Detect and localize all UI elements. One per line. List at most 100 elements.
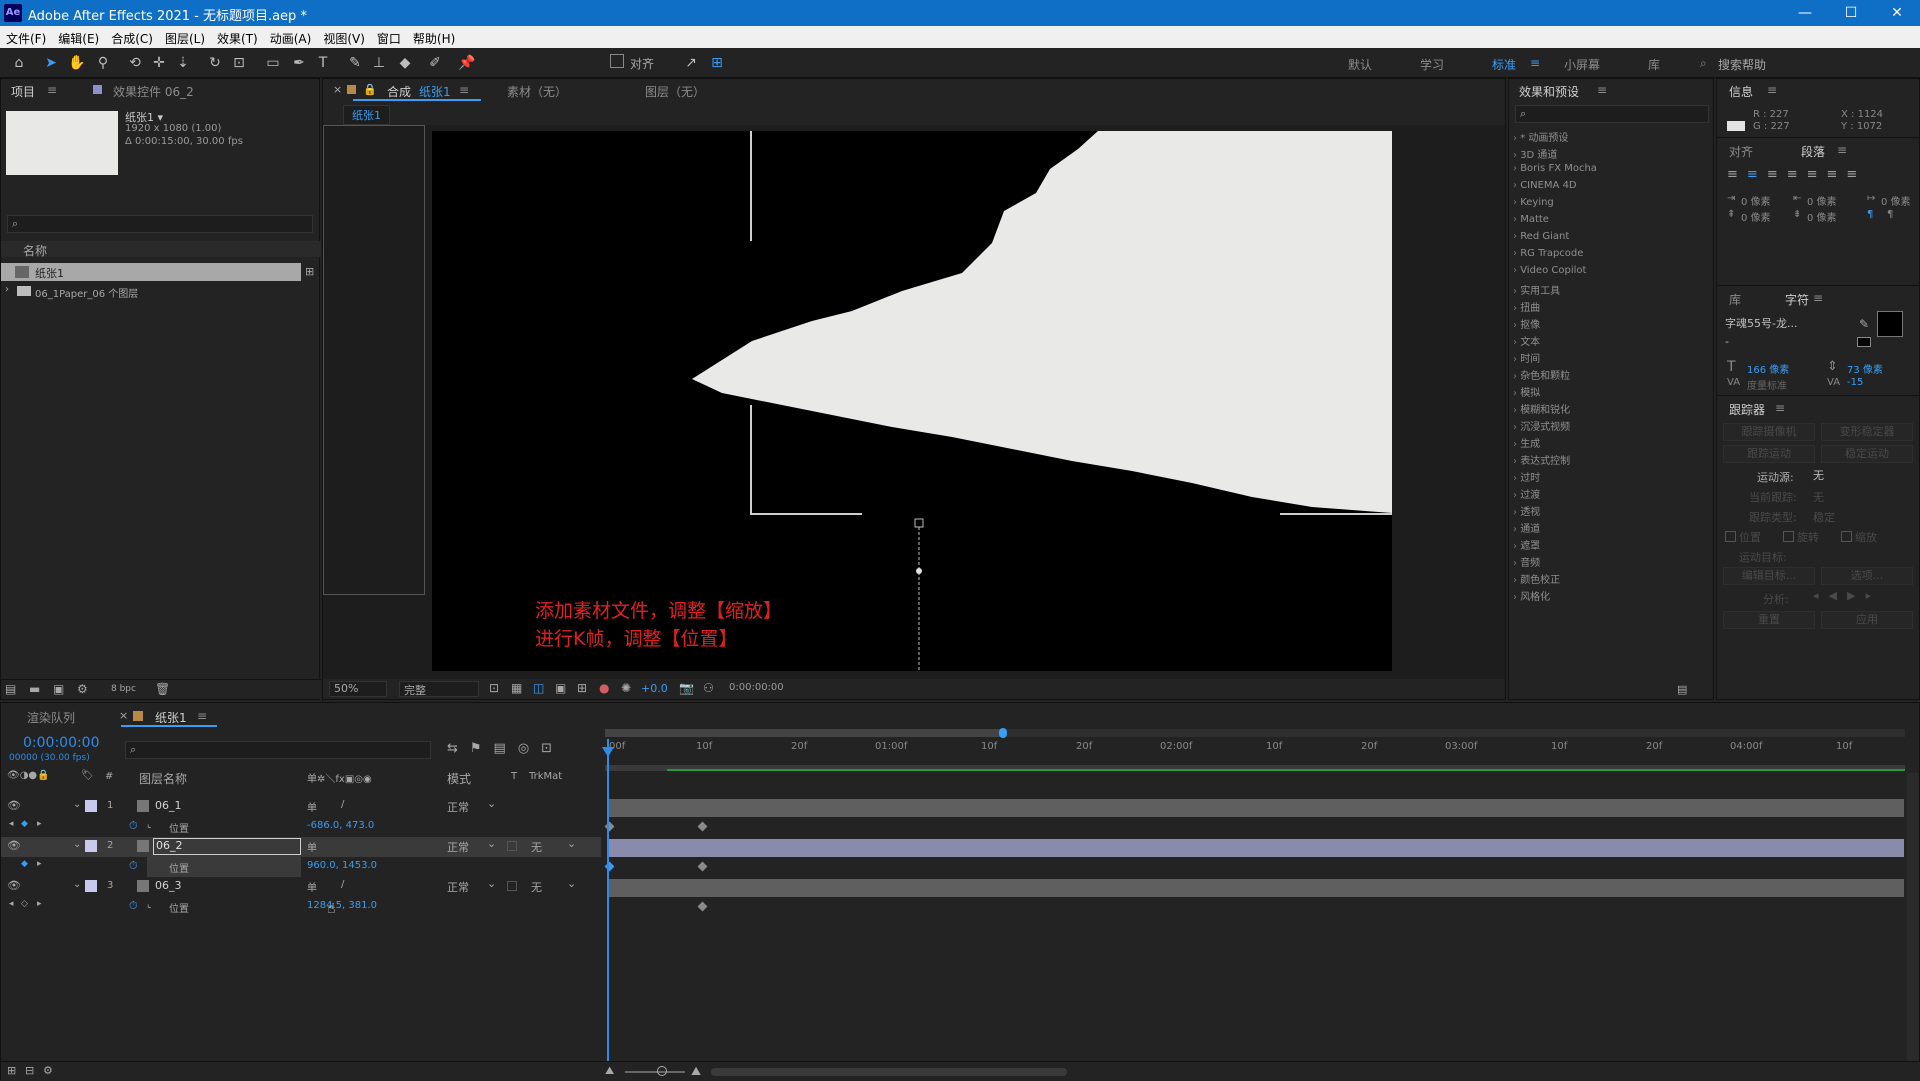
- chevron-down-icon[interactable]: ⌄: [487, 877, 496, 890]
- bit-depth-button[interactable]: 8 bpc: [111, 684, 136, 694]
- effects-category[interactable]: CINEMA 4D: [1513, 180, 1576, 191]
- chevron-down-icon[interactable]: ⌄: [73, 839, 81, 850]
- footage-tab[interactable]: 素材（无）: [507, 83, 567, 100]
- shy-switch-icon[interactable]: 单: [307, 879, 317, 894]
- indent-first-value[interactable]: 0 像素: [1881, 193, 1911, 208]
- selection-tool-icon[interactable]: ➤: [40, 52, 62, 74]
- timeline-menu-icon[interactable]: ≡: [197, 709, 207, 723]
- visibility-eye-icon[interactable]: 👁: [7, 839, 21, 852]
- hand-tool-icon[interactable]: ✋: [66, 52, 88, 74]
- effects-category[interactable]: 文本: [1513, 333, 1540, 348]
- zoom-in-icon[interactable]: ⛰: [691, 1064, 701, 1079]
- layer-label-swatch[interactable]: [85, 800, 97, 812]
- effects-category[interactable]: 风格化: [1513, 588, 1550, 603]
- stopwatch-icon[interactable]: ⏱: [129, 819, 138, 833]
- work-area-bar[interactable]: [605, 728, 1905, 738]
- visibility-eye-icon[interactable]: 👁: [7, 799, 21, 812]
- timeline-comp-tab[interactable]: 纸张1: [155, 709, 187, 726]
- trkmat-dropdown[interactable]: 无: [531, 879, 542, 895]
- close-tab-icon[interactable]: ×: [119, 709, 128, 722]
- paragraph-tab[interactable]: 段落: [1801, 143, 1825, 160]
- effects-category[interactable]: 透视: [1513, 503, 1540, 518]
- current-timecode[interactable]: 0:00:00:00: [23, 735, 100, 751]
- effects-presets-title[interactable]: 效果和预设: [1519, 83, 1579, 100]
- effects-category[interactable]: 过时: [1513, 469, 1540, 484]
- layer-name-column-header[interactable]: 图层名称: [139, 770, 187, 787]
- orbit-camera-icon[interactable]: ⟲: [124, 52, 146, 74]
- zoom-tool-icon[interactable]: ⚲: [92, 52, 114, 74]
- menu-edit[interactable]: 编辑(E): [52, 26, 105, 47]
- blend-mode-dropdown[interactable]: 正常: [447, 799, 469, 815]
- prev-keyframe-icon[interactable]: ◂: [9, 819, 14, 829]
- property-row-1[interactable]: ◂ ◆ ▸ ⏱ ⌞ 位置 -686.0, 473.0: [1, 817, 601, 837]
- tracker-menu-icon[interactable]: ≡: [1775, 401, 1785, 415]
- effects-category[interactable]: Red Giant: [1513, 231, 1569, 242]
- effects-category[interactable]: * 动画预设: [1513, 129, 1568, 144]
- effect-controls-tab[interactable]: 效果控件 06_2: [113, 83, 194, 100]
- position-checkbox[interactable]: [1725, 531, 1736, 542]
- layer-3-duration-bar[interactable]: [608, 879, 1904, 897]
- color-channel-icon[interactable]: ●: [599, 681, 609, 695]
- property-row-2[interactable]: ◆ ▸ ⏱ 位置 960.0, 1453.0: [1, 857, 601, 877]
- effects-category[interactable]: 扭曲: [1513, 299, 1540, 314]
- type-tool-icon[interactable]: T: [312, 52, 334, 74]
- workspace-menu-icon[interactable]: ≡: [1530, 56, 1540, 70]
- rectangle-tool-icon[interactable]: ▭: [262, 52, 284, 74]
- chevron-down-icon[interactable]: ⌄: [487, 837, 496, 850]
- stabilize-motion-button[interactable]: 稳定运动: [1821, 445, 1913, 463]
- chevron-down-icon[interactable]: ⌄: [487, 797, 496, 810]
- effects-menu-icon[interactable]: ≡: [1597, 83, 1607, 97]
- next-keyframe-icon[interactable]: ▸: [37, 819, 42, 829]
- font-style-dropdown[interactable]: -: [1725, 335, 1849, 351]
- track-camera-button[interactable]: 跟踪摄像机: [1723, 423, 1815, 441]
- close-button[interactable]: ✕: [1874, 0, 1920, 26]
- zoom-slider-thumb[interactable]: [657, 1066, 667, 1076]
- tracker-title[interactable]: 跟踪器: [1729, 401, 1765, 418]
- viewer-timecode[interactable]: 0:00:00:00: [729, 682, 784, 693]
- preserve-transparency-checkbox[interactable]: [507, 881, 517, 891]
- stopwatch-icon[interactable]: ⏱: [129, 859, 138, 873]
- maximize-button[interactable]: ☐: [1828, 0, 1874, 26]
- effects-category[interactable]: Boris FX Mocha: [1513, 163, 1597, 174]
- home-icon[interactable]: ⌂: [8, 52, 30, 74]
- reset-button[interactable]: 重置: [1723, 611, 1815, 629]
- keyframe-toggle-icon[interactable]: ◆: [21, 819, 28, 829]
- mode-column-header[interactable]: 模式: [447, 770, 471, 787]
- composition-canvas[interactable]: 添加素材文件，调整【缩放】 进行K帧，调整【位置】: [432, 131, 1392, 671]
- effects-category[interactable]: 音频: [1513, 554, 1540, 569]
- menu-effect[interactable]: 效果(T): [211, 26, 264, 47]
- rotation-checkbox[interactable]: [1783, 531, 1794, 542]
- effects-category[interactable]: Matte: [1513, 214, 1549, 225]
- keyframe-toggle-icon[interactable]: ◆: [21, 859, 28, 869]
- pan-behind-icon[interactable]: ⊡: [228, 52, 250, 74]
- effects-category[interactable]: Keying: [1513, 197, 1554, 208]
- fill-color-swatch[interactable]: [1877, 311, 1903, 337]
- brush-tool-icon[interactable]: ✎: [344, 52, 366, 74]
- mask-visibility-icon[interactable]: ◫: [533, 681, 544, 695]
- effects-category[interactable]: 沉浸式视频: [1513, 418, 1570, 433]
- layer-label-swatch[interactable]: [85, 880, 97, 892]
- grid-icon[interactable]: ⊞: [577, 681, 587, 695]
- position-value[interactable]: -686.0, 473.0: [307, 820, 374, 831]
- next-keyframe-icon[interactable]: ▸: [37, 899, 42, 909]
- new-preset-icon[interactable]: ▤: [1677, 683, 1687, 696]
- effects-category[interactable]: 模糊和锐化: [1513, 401, 1570, 416]
- eraser-tool-icon[interactable]: ◆: [394, 52, 416, 74]
- next-keyframe-icon[interactable]: ▸: [37, 859, 42, 869]
- layer-name[interactable]: 06_1: [155, 799, 182, 812]
- clone-stamp-icon[interactable]: ⊥: [368, 52, 390, 74]
- layer-label-swatch[interactable]: [85, 840, 97, 852]
- current-track-dropdown[interactable]: 无: [1813, 489, 1824, 505]
- effects-category[interactable]: 3D 通道: [1513, 146, 1557, 161]
- toggle-switches-icon[interactable]: ⊞: [7, 1064, 16, 1077]
- guides-icon[interactable]: ▣: [555, 681, 566, 695]
- grid-snap-icon[interactable]: ⊞: [706, 52, 728, 74]
- lock-icon[interactable]: 🔒: [363, 83, 377, 96]
- toggle-modes-icon[interactable]: ⊟: [25, 1064, 34, 1077]
- timeline-switch-icons[interactable]: ⇆⚑▤◎⊡: [447, 741, 564, 756]
- effects-category[interactable]: 通道: [1513, 520, 1540, 535]
- menu-layer[interactable]: 图层(L): [159, 26, 211, 47]
- zoom-dropdown[interactable]: 50%: [329, 681, 387, 697]
- kerning-value[interactable]: 度量标准: [1747, 377, 1787, 392]
- layer-row-1[interactable]: 👁 ⌄ 1 06_1 单 / 正常 ⌄: [1, 797, 601, 817]
